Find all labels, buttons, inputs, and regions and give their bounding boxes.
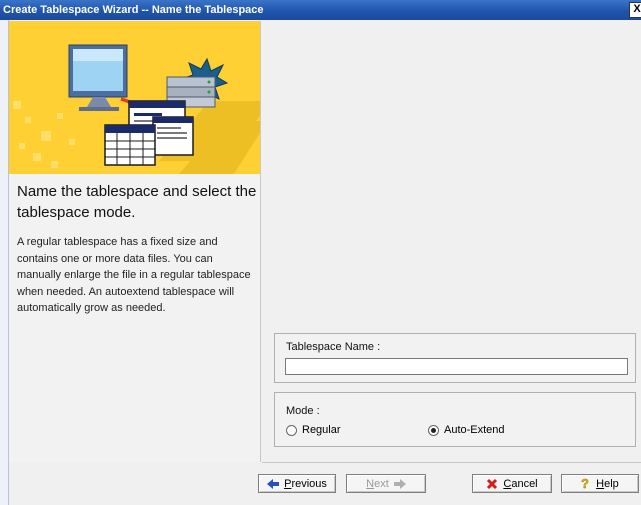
window-frame-left [0,20,9,505]
window-title-bar[interactable]: Create Tablespace Wizard -- Name the Tab… [0,0,641,20]
mode-regular-label: Regular [302,424,341,436]
mode-regular-radio[interactable]: Regular [286,424,341,436]
help-question-icon: ? [581,477,591,490]
wizard-banner-illustration [9,21,260,174]
mode-auto-extend-label: Auto-Extend [444,424,505,436]
cancel-x-icon [486,478,498,490]
tablespace-illustration-icon [13,44,260,174]
tablespace-name-group: Tablespace Name : [274,333,636,383]
next-button[interactable]: Next [346,474,426,493]
tablespace-name-input[interactable] [285,358,628,375]
mode-auto-extend-radio[interactable]: Auto-Extend [428,424,505,436]
help-button[interactable]: ? Help [561,474,639,493]
previous-button[interactable]: Previous [258,474,336,493]
panel-description: A regular tablespace has a fixed size an… [17,236,251,314]
window-title: Create Tablespace Wizard -- Name the Tab… [3,4,264,16]
wizard-info-panel: Name the tablespace and select the table… [9,21,261,462]
arrow-left-icon [267,478,280,489]
panel-heading: Name the tablespace and select the table… [17,183,257,221]
mode-group: Mode : Regular Auto-Extend [274,392,636,447]
arrow-right-icon [393,478,406,489]
svg-text:?: ? [581,477,589,490]
radio-selected-icon[interactable] [428,424,439,436]
close-button[interactable]: X [629,2,641,18]
button-bar-separator [262,462,641,463]
cancel-button[interactable]: Cancel [472,474,552,493]
tablespace-name-label: Tablespace Name : [286,341,381,353]
mode-label: Mode : [286,405,320,417]
radio-unselected-icon[interactable] [286,424,297,436]
